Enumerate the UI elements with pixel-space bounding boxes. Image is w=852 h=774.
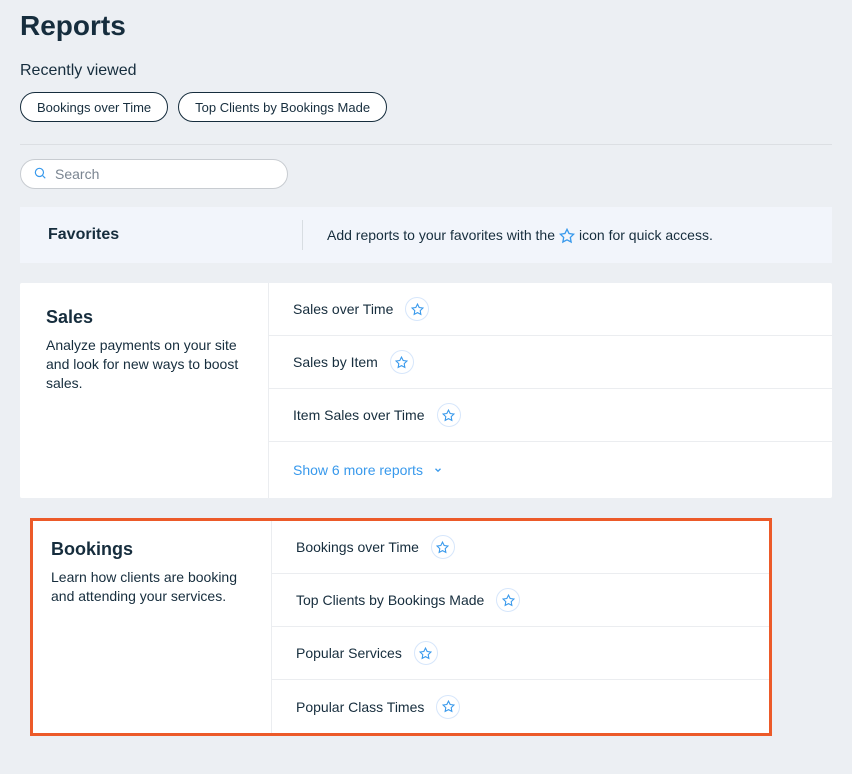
- chip-bookings-over-time[interactable]: Bookings over Time: [20, 92, 168, 122]
- section-desc-sales: Analyze payments on your site and look f…: [46, 336, 242, 393]
- favorites-help-text: Add reports to your favorites with the i…: [327, 226, 713, 243]
- search-icon: [33, 166, 47, 183]
- report-name: Sales over Time: [293, 301, 393, 317]
- favorite-toggle[interactable]: [414, 641, 438, 665]
- favorite-toggle[interactable]: [437, 403, 461, 427]
- recently-viewed-chips: Bookings over Time Top Clients by Bookin…: [20, 92, 832, 145]
- favorites-title: Favorites: [48, 226, 278, 244]
- report-name: Sales by Item: [293, 354, 378, 370]
- divider: [302, 220, 303, 250]
- report-row-popular-class-times[interactable]: Popular Class Times: [271, 680, 769, 733]
- star-icon: [559, 226, 575, 243]
- favorites-help-before: Add reports to your favorites with the: [327, 227, 555, 243]
- report-row-top-clients-by-bookings-made[interactable]: Top Clients by Bookings Made: [271, 574, 769, 627]
- report-name: Popular Class Times: [296, 699, 424, 715]
- show-more-label: Show 6 more reports: [293, 462, 423, 478]
- favorite-toggle[interactable]: [405, 297, 429, 321]
- report-row-item-sales-over-time[interactable]: Item Sales over Time: [268, 389, 832, 442]
- report-name: Popular Services: [296, 645, 402, 661]
- show-more-sales[interactable]: Show 6 more reports: [268, 442, 832, 498]
- favorite-toggle[interactable]: [436, 695, 460, 719]
- report-name: Item Sales over Time: [293, 407, 425, 423]
- chip-top-clients-by-bookings-made[interactable]: Top Clients by Bookings Made: [178, 92, 387, 122]
- report-row-sales-by-item[interactable]: Sales by Item: [268, 336, 832, 389]
- favorite-toggle[interactable]: [496, 588, 520, 612]
- report-row-bookings-over-time[interactable]: Bookings over Time: [271, 521, 769, 574]
- section-bookings: Bookings Learn how clients are booking a…: [33, 521, 769, 733]
- report-name: Bookings over Time: [296, 539, 419, 555]
- favorite-toggle[interactable]: [390, 350, 414, 374]
- section-title-sales: Sales: [46, 307, 242, 336]
- report-row-popular-services[interactable]: Popular Services: [271, 627, 769, 680]
- section-title-bookings: Bookings: [51, 539, 249, 568]
- highlight-bookings: Bookings Learn how clients are booking a…: [30, 518, 772, 736]
- report-name: Top Clients by Bookings Made: [296, 592, 484, 608]
- section-sales: Sales Analyze payments on your site and …: [20, 283, 832, 498]
- favorite-toggle[interactable]: [431, 535, 455, 559]
- page-title: Reports: [20, 0, 832, 62]
- section-desc-bookings: Learn how clients are booking and attend…: [51, 568, 249, 606]
- search-field[interactable]: [20, 159, 288, 189]
- favorites-banner: Favorites Add reports to your favorites …: [20, 207, 832, 263]
- search-input[interactable]: [55, 166, 275, 182]
- recently-viewed-label: Recently viewed: [20, 62, 832, 92]
- favorites-help-after: icon for quick access.: [579, 227, 713, 243]
- chevron-down-icon: [433, 462, 443, 478]
- report-row-sales-over-time[interactable]: Sales over Time: [268, 283, 832, 336]
